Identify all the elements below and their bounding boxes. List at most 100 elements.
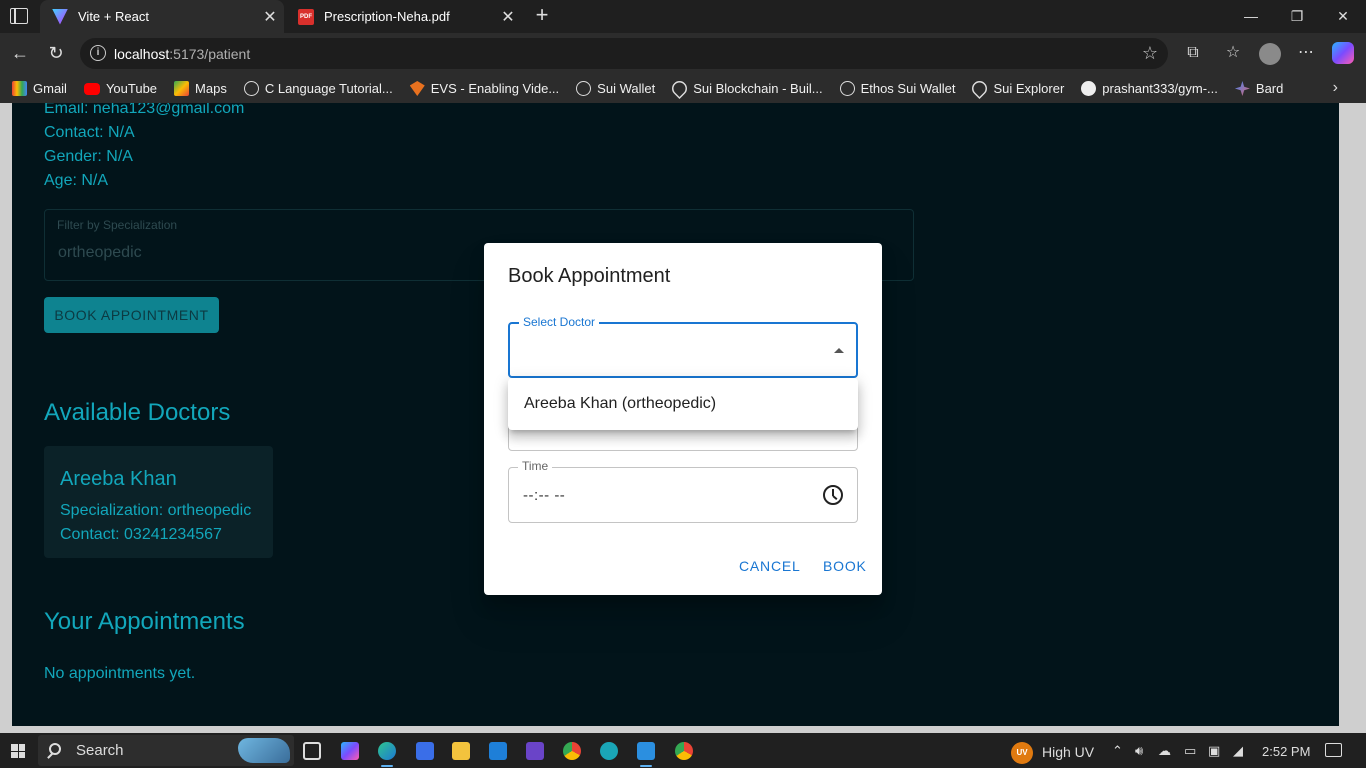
filter-value: ortheopedic [58,244,142,261]
chevron-up-icon[interactable]: ⌃ [1112,743,1123,759]
minimize-icon[interactable]: — [1228,0,1274,33]
onedrive-icon[interactable]: ☁ [1158,743,1171,759]
bookmark-youtube[interactable]: YouTube [83,81,157,96]
dialog-title: Book Appointment [508,265,671,287]
close-tab-icon[interactable]: ✕ [494,7,522,27]
evs-icon [409,81,425,96]
copilot-icon[interactable] [1332,42,1354,64]
bookmark-ethos-sui-wallet[interactable]: Ethos Sui Wallet [839,81,955,96]
meet-now-icon[interactable]: ▣ [1208,743,1220,759]
tab-prescription-pdf[interactable]: PDF Prescription-Neha.pdf ✕ [286,0,522,33]
copilot-taskbar-icon[interactable] [341,742,359,760]
clock-icon[interactable] [823,485,843,505]
chrome-alt-icon[interactable] [675,742,693,760]
globe-icon [243,81,259,96]
volume-icon[interactable]: 🔊︎ [1135,743,1143,759]
page-scrollbar[interactable] [1339,103,1366,726]
patient-gender: Gender: N/A [44,148,133,165]
bookmark-gmail[interactable]: Gmail [12,81,67,96]
reload-icon[interactable]: ↻ [44,41,68,65]
doctor-name: Areeba Khan [60,468,177,490]
notifications-icon[interactable] [1325,743,1342,757]
globe-icon [839,81,855,96]
url-text: localhost:5173/patient [114,46,251,62]
globe-icon [576,81,592,96]
doctor-option[interactable]: Areeba Khan (ortheopedic) [524,395,716,413]
no-appointments-text: No appointments yet. [44,665,196,682]
bookmark-sui-explorer[interactable]: Sui Explorer [972,81,1064,96]
time-placeholder: --:-- -- [523,487,566,504]
more-options-icon[interactable]: ⋯ [1295,42,1317,64]
caret-up-icon[interactable] [834,348,844,353]
system-clock[interactable]: 2:52 PM [1262,744,1310,759]
outlook-icon[interactable] [489,742,507,760]
select-doctor-dropdown[interactable]: Select Doctor [508,315,858,378]
vite-icon [52,8,68,25]
weather-text[interactable]: High UV [1042,744,1094,760]
sui-drop-icon [669,78,690,99]
windows-taskbar: Search UV High UV ⌃ 🔊︎ ☁ ▭ ▣ ◢ 2:52 PM [0,733,1366,768]
time-label: Time [518,459,553,473]
tab-vite-react[interactable]: Vite + React ✕ [40,0,284,33]
filter-label: Filter by Specialization [57,218,178,232]
bookmark-c-language[interactable]: C Language Tutorial... [243,81,393,96]
doctor-contact: Contact: 03241234567 [60,526,222,543]
maps-icon [174,81,190,96]
task-view-icon[interactable] [303,742,321,760]
wifi-icon[interactable]: ◢ [1233,743,1243,759]
address-bar[interactable]: i localhost:5173/patient ☆ [80,38,1168,69]
vscode-icon[interactable] [637,742,655,767]
sui-drop-icon [969,78,990,99]
store-icon[interactable] [416,742,434,760]
tab-actions-icon[interactable] [10,8,28,24]
taskbar-search[interactable]: Search [38,735,294,766]
doctor-specialization: Specialization: ortheopedic [60,502,252,519]
site-info-icon[interactable]: i [90,45,106,61]
available-doctors-heading: Available Doctors [44,399,231,426]
bookmark-sui-wallet[interactable]: Sui Wallet [576,81,655,96]
bookmark-sui-blockchain[interactable]: Sui Blockchain - Buil... [672,81,822,96]
canva-icon[interactable] [600,742,618,760]
profile-avatar[interactable] [1259,43,1281,65]
favorites-icon[interactable]: ☆ [1222,42,1244,64]
chevron-right-icon[interactable]: › [1333,79,1338,97]
tab-title: Vite + React [78,9,149,24]
patient-email: Email: neha123@gmail.com [44,103,245,117]
bookmark-bard[interactable]: Bard [1234,81,1283,96]
pdf-icon: PDF [298,8,314,25]
cancel-button[interactable]: CANCEL [739,558,801,574]
search-highlight-image [238,738,290,763]
close-window-icon[interactable]: ✕ [1320,0,1366,33]
windows-start-icon[interactable] [11,744,25,758]
book-button[interactable]: BOOK [823,558,867,574]
doctor-options-menu: Areeba Khan (ortheopedic) [508,378,858,430]
bard-icon [1234,81,1250,96]
patient-age: Age: N/A [44,172,109,189]
time-input[interactable]: Time --:-- -- [508,459,858,523]
select-doctor-label: Select Doctor [519,315,600,329]
extensions-icon[interactable]: ⧉ [1182,42,1204,64]
chrome-icon[interactable] [563,742,581,760]
youtube-icon [83,82,100,95]
weather-uv-icon[interactable]: UV [1011,742,1033,764]
favorite-star-icon[interactable]: ☆ [1142,43,1158,64]
file-explorer-icon[interactable] [452,742,470,760]
bookmarks-bar: Gmail YouTube Maps C Language Tutorial..… [0,74,1366,103]
doctor-card: Areeba Khan Specialization: ortheopedic … [44,446,273,558]
restore-icon[interactable]: ❐ [1274,0,1320,33]
address-bar-row: ← ↻ i localhost:5173/patient ☆ ⧉ ☆ ⋯ [0,33,1366,74]
battery-icon[interactable]: ▭ [1184,743,1196,759]
close-tab-icon[interactable]: ✕ [256,7,284,27]
new-tab-icon[interactable]: + [530,4,554,28]
patient-contact: Contact: N/A [44,124,135,141]
back-icon[interactable]: ← [8,41,32,65]
browser-tabstrip: Vite + React ✕ PDF Prescription-Neha.pdf… [0,0,1366,33]
tab-title: Prescription-Neha.pdf [324,9,450,24]
visual-studio-icon[interactable] [526,742,544,760]
bookmark-maps[interactable]: Maps [174,81,227,96]
gmail-icon [12,81,27,96]
book-appointment-button[interactable]: BOOK APPOINTMENT [44,297,219,333]
bookmark-github[interactable]: prashant333/gym-... [1081,81,1218,96]
edge-icon[interactable] [378,742,396,767]
bookmark-evs[interactable]: EVS - Enabling Vide... [409,81,559,96]
